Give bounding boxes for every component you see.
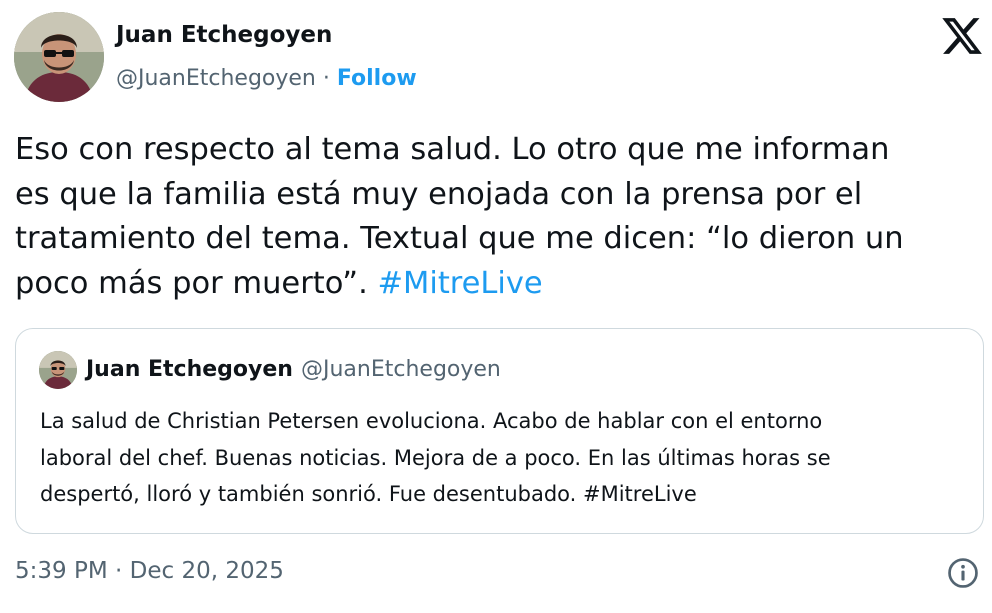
follow-button[interactable]: Follow: [337, 66, 417, 91]
info-icon[interactable]: [946, 556, 980, 590]
timestamp-separator: ·: [107, 558, 130, 584]
tweet-text: Eso con respecto al tema salud. Lo otro …: [15, 128, 980, 306]
tweet-timestamp[interactable]: 5:39 PM · Dec 20, 2025: [15, 558, 284, 584]
author-name[interactable]: Juan Etchegoyen: [116, 22, 332, 48]
handle-separator: ·: [315, 66, 337, 91]
quote-line: La salud de Christian Petersen evolucion…: [40, 409, 823, 433]
tweet-date: Dec 20, 2025: [129, 558, 284, 584]
tweet-line: Eso con respecto al tema salud. Lo otro …: [15, 132, 890, 167]
author-handle-line: @JuanEtchegoyen · Follow: [116, 66, 417, 91]
quote-author: Juan Etchegoyen @JuanEtchegoyen: [86, 357, 501, 382]
tweet-time: 5:39 PM: [15, 558, 108, 584]
profile-photo-icon: [14, 12, 104, 102]
quote-avatar: [39, 351, 77, 389]
author-avatar[interactable]: [14, 12, 104, 102]
quote-author-name: Juan Etchegoyen: [86, 357, 293, 382]
author-handle[interactable]: @JuanEtchegoyen: [116, 66, 316, 91]
quote-line: despertó, lloró y también sonrió. Fue de…: [40, 482, 697, 506]
profile-photo-icon: [39, 351, 77, 389]
x-logo-icon[interactable]: [940, 14, 984, 58]
quote-author-handle: @JuanEtchegoyen: [300, 357, 501, 382]
tweet-line: poco más por muerto”.: [15, 265, 378, 301]
hashtag-link[interactable]: #MitreLive: [377, 266, 542, 301]
quoted-tweet-card[interactable]: Juan Etchegoyen @JuanEtchegoyen La salud …: [15, 328, 984, 534]
tweet-line: es que la familia está muy enojada con l…: [15, 176, 863, 212]
tweet-line: tratamiento del tema. Textual que me dic…: [15, 221, 904, 256]
quote-text: La salud de Christian Petersen evolucion…: [40, 403, 980, 513]
quote-line: laboral del chef. Buenas noticias. Mejor…: [40, 445, 831, 470]
